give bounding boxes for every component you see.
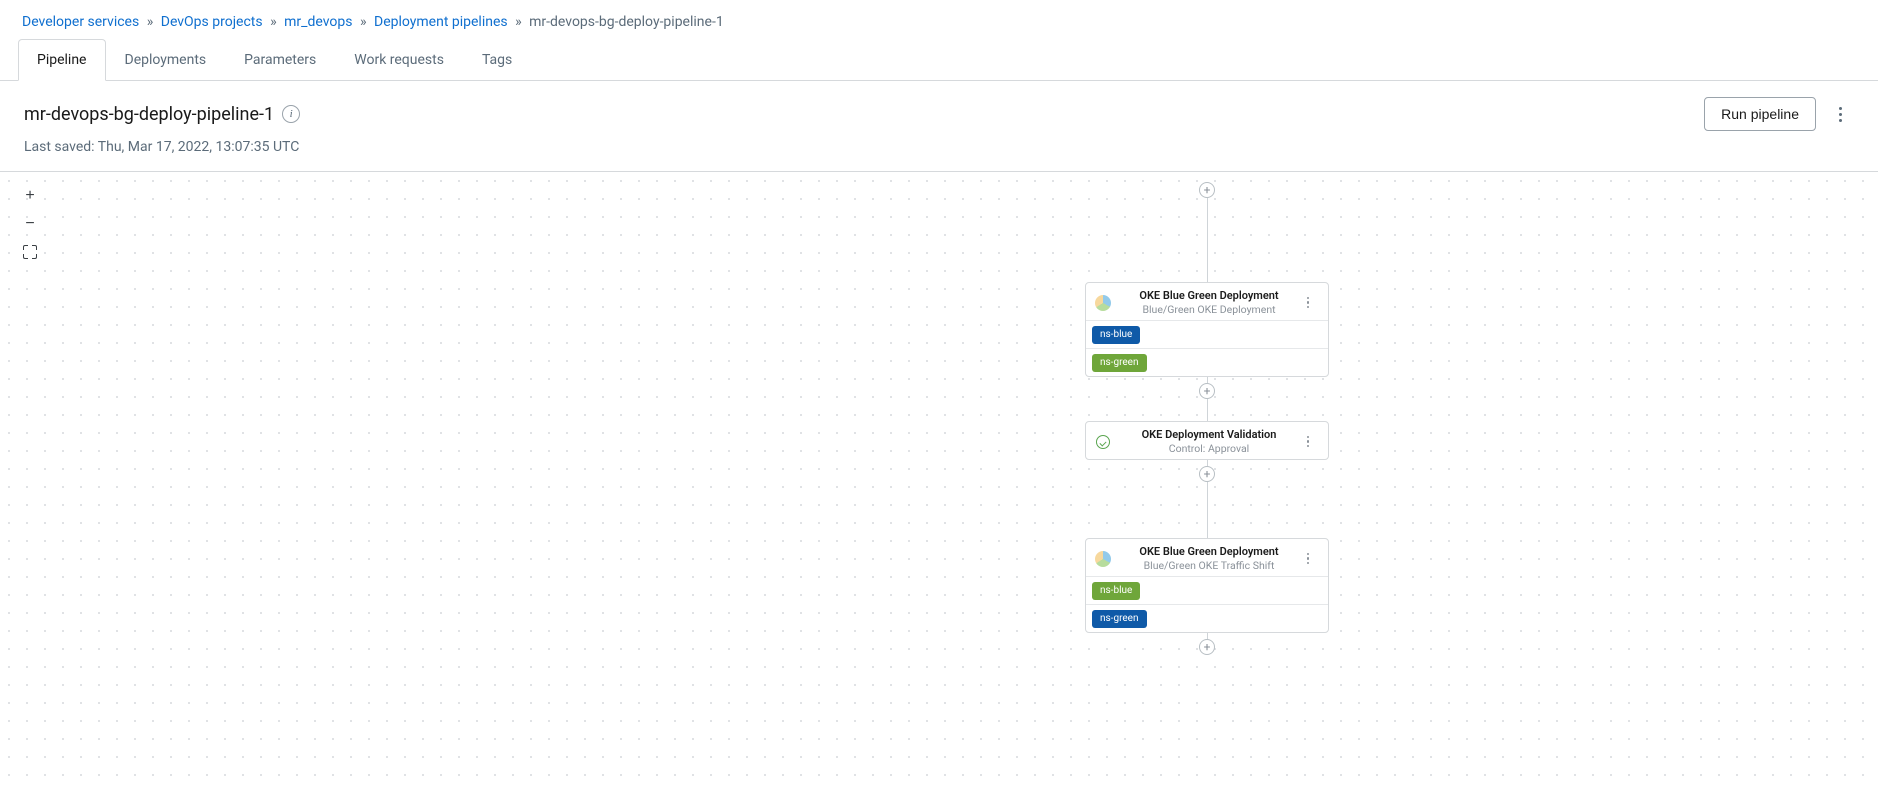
page-title: mr-devops-bg-deploy-pipeline-1 [24,104,274,125]
tab-pipeline[interactable]: Pipeline [18,39,106,81]
pipeline-canvas[interactable]: + − + OKE Blue Green Deployment Blue/Gre… [0,171,1878,791]
add-stage-button[interactable]: + [1199,383,1215,399]
approval-icon [1094,433,1112,451]
stage-subtitle: Blue/Green OKE Deployment [1122,303,1296,316]
last-saved-text: Last saved: Thu, Mar 17, 2022, 13:07:35 … [0,135,1878,171]
breadcrumb-current: mr-devops-bg-deploy-pipeline-1 [529,14,724,30]
stage-card-validation[interactable]: OKE Deployment Validation Control: Appro… [1085,421,1329,460]
stage-card-oke-bg-deployment[interactable]: OKE Blue Green Deployment Blue/Green OKE… [1085,282,1329,377]
breadcrumb-separator: » [270,14,277,30]
tab-deployments[interactable]: Deployments [106,39,226,81]
stage-title: OKE Deployment Validation [1122,428,1296,441]
zoom-out-button[interactable]: − [18,212,42,236]
stage-card-traffic-shift[interactable]: OKE Blue Green Deployment Blue/Green OKE… [1085,538,1329,633]
info-icon[interactable]: i [282,105,300,123]
zoom-in-button[interactable]: + [18,184,42,208]
connector [1207,482,1208,538]
breadcrumb-separator: » [360,14,367,30]
namespace-tag: ns-green [1092,610,1147,628]
stage-menu-button[interactable] [1300,551,1316,567]
add-stage-button[interactable]: + [1199,182,1215,198]
add-stage-button[interactable]: + [1199,639,1215,655]
add-stage-button[interactable]: + [1199,466,1215,482]
breadcrumb: Developer services » DevOps projects » m… [0,0,1878,38]
connector [1207,198,1208,282]
namespace-tag: ns-blue [1092,326,1140,344]
kubernetes-icon [1094,550,1112,568]
namespace-tag: ns-blue [1092,582,1140,600]
breadcrumb-item-deployment-pipelines[interactable]: Deployment pipelines [374,14,508,30]
fullscreen-icon [23,245,37,259]
tabs: Pipeline Deployments Parameters Work req… [0,38,1878,81]
more-actions-button[interactable] [1826,100,1854,128]
page-header: mr-devops-bg-deploy-pipeline-1 i Run pip… [0,81,1878,135]
kubernetes-icon [1094,294,1112,312]
stage-subtitle: Blue/Green OKE Traffic Shift [1122,559,1296,572]
breadcrumb-item-devops-projects[interactable]: DevOps projects [161,14,263,30]
connector [1207,399,1208,421]
header-actions: Run pipeline [1704,97,1854,131]
run-pipeline-button[interactable]: Run pipeline [1704,97,1816,131]
zoom-fit-button[interactable] [18,240,42,264]
breadcrumb-item-mr-devops[interactable]: mr_devops [284,14,352,30]
tab-parameters[interactable]: Parameters [225,39,335,81]
breadcrumb-separator: » [147,14,154,30]
breadcrumb-item-developer-services[interactable]: Developer services [22,14,139,30]
breadcrumb-separator: » [515,14,522,30]
pipeline-flow: + OKE Blue Green Deployment Blue/Green O… [1085,182,1329,655]
stage-menu-button[interactable] [1300,434,1316,450]
stage-subtitle: Control: Approval [1122,442,1296,455]
zoom-controls: + − [18,184,42,264]
tab-work-requests[interactable]: Work requests [335,39,463,81]
stage-title: OKE Blue Green Deployment [1122,545,1296,558]
namespace-tag: ns-green [1092,354,1147,372]
tab-tags[interactable]: Tags [463,39,531,81]
stage-title: OKE Blue Green Deployment [1122,289,1296,302]
stage-menu-button[interactable] [1300,295,1316,311]
